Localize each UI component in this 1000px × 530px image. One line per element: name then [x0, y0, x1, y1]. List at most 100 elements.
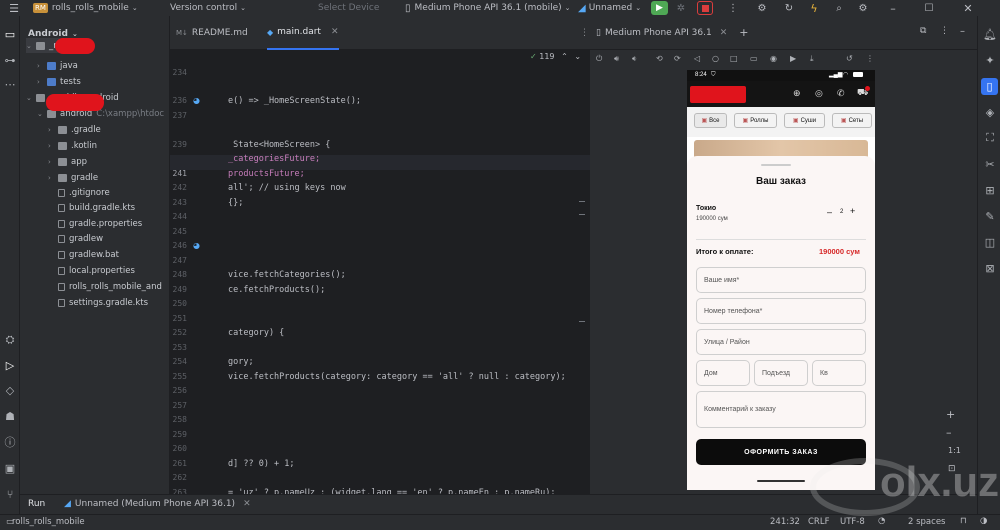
maximize-icon[interactable]: ☐ — [922, 0, 936, 16]
overview-icon[interactable]: □ — [730, 54, 738, 63]
volume-up-icon[interactable]: 🔊︎ — [614, 54, 619, 64]
code-line[interactable]: {}; — [228, 198, 243, 208]
house-input[interactable]: Дом — [696, 360, 750, 386]
code-line[interactable]: _categoriesFuture; — [228, 154, 320, 164]
sheet-drag-handle[interactable] — [761, 164, 791, 166]
chevron-down-icon[interactable]: ⌄ — [574, 52, 581, 61]
run-config-tab[interactable]: ◢ Unnamed (Medium Phone API 36.1) ✕ — [64, 499, 251, 509]
minimize-panel-icon[interactable]: – — [960, 26, 965, 37]
chevron-up-icon[interactable]: ⌃ — [561, 52, 568, 61]
download-icon[interactable]: ⤓ — [810, 54, 814, 64]
more-actions-icon[interactable]: ⋮ — [726, 0, 740, 16]
gemini-icon[interactable]: ✦ — [982, 52, 998, 68]
code-line[interactable]: d] ?? 0) + 1; — [228, 459, 295, 469]
stop-button[interactable] — [697, 1, 713, 15]
line-separator[interactable]: CRLF — [808, 517, 829, 527]
gesture-nav-bar[interactable] — [757, 480, 805, 482]
close-icon[interactable]: ✕ — [961, 0, 975, 16]
external-window-icon[interactable]: ⧉ — [920, 26, 926, 36]
inspection-widget[interactable]: ✓ 119 ⌃ ⌄ — [530, 52, 581, 61]
layout-inspector-icon[interactable]: ◫ — [982, 234, 998, 250]
tree-item[interactable]: › app — [48, 154, 87, 169]
project-switcher[interactable]: RM rolls_rolls_mobile ⌄ — [33, 0, 138, 16]
tab-readme[interactable]: M↓ README.md — [176, 16, 248, 50]
volume-down-icon[interactable]: 🔉︎ — [632, 54, 637, 64]
screenshot-icon[interactable]: ◉ — [770, 54, 777, 63]
device-manager-icon[interactable]: ⚙ — [755, 0, 769, 16]
device-explorer-icon[interactable]: ⛶ — [982, 130, 998, 146]
record-icon[interactable]: ▶ — [790, 54, 796, 63]
zoom-actual-size[interactable]: 1:1 — [948, 446, 961, 455]
apartment-input[interactable]: Кв — [812, 360, 866, 386]
tree-item[interactable]: rolls_rolls_mobile_and — [48, 279, 162, 294]
tree-item[interactable]: gradlew — [48, 231, 103, 246]
tree-item[interactable]: local.properties — [48, 263, 135, 278]
version-control-menu[interactable]: Version control ⌄ — [170, 0, 246, 16]
lightning-icon[interactable]: ϟ — [807, 0, 821, 16]
run-tab[interactable]: Run — [28, 499, 45, 509]
tree-item[interactable]: settings.gradle.kts — [48, 295, 148, 310]
rotate-left-icon[interactable]: ⟲ — [656, 54, 663, 63]
code-line[interactable]: productsFuture; — [228, 169, 305, 179]
code-line[interactable]: category) { — [228, 328, 284, 338]
code-line[interactable]: State<HomeScreen> { — [228, 140, 330, 150]
phone-input[interactable]: Номер телефона* — [696, 298, 866, 324]
code-line[interactable]: = 'uz' ? p.nameUz : (widget.lang == 'en'… — [228, 488, 556, 495]
logcat-icon[interactable]: ☗ — [2, 408, 18, 424]
more-tools-icon[interactable]: ⋯ — [2, 76, 18, 92]
tab-emulator[interactable]: ▯ Medium Phone API 36.1 ✕ + — [596, 26, 748, 39]
category-chip[interactable]: ▣ Роллы — [734, 113, 777, 128]
entrance-input[interactable]: Подъезд — [754, 360, 808, 386]
search-icon[interactable]: ⌕ — [832, 0, 846, 16]
more-icon[interactable]: ⋮ — [866, 54, 874, 63]
notifications-icon[interactable]: 🔔︎ — [982, 26, 998, 42]
override-gutter-icon[interactable]: ◕ — [193, 241, 200, 250]
device-selector[interactable]: ▯ Medium Phone API 36.1 (mobile) ⌄ — [405, 0, 571, 16]
indent-setting[interactable]: 2 spaces — [908, 517, 945, 527]
git-icon[interactable]: ⑂ — [2, 486, 18, 502]
add-icon[interactable]: + — [739, 26, 748, 39]
tree-item[interactable]: › gradle — [48, 170, 98, 185]
phone-call-icon[interactable]: ✆ — [837, 88, 845, 99]
category-chip[interactable]: ▣ Сеты — [832, 113, 872, 128]
code-line[interactable]: gory; — [228, 357, 254, 367]
close-tab-icon[interactable]: ✕ — [243, 499, 251, 509]
diamond-icon[interactable]: ◇ — [2, 382, 18, 398]
build-icon[interactable]: ⛭ — [2, 332, 18, 348]
edit-icon[interactable]: ✎ — [982, 208, 998, 224]
close-tab-icon[interactable]: ✕ — [720, 28, 728, 38]
run-config-selector[interactable]: ◢ Unnamed ⌄ — [578, 0, 641, 16]
flutter-inspector-icon[interactable]: ◈ — [982, 104, 998, 120]
problems-icon[interactable]: ⓘ — [2, 434, 18, 450]
minus-icon[interactable]: – — [827, 207, 832, 217]
minimize-icon[interactable]: – — [886, 0, 900, 16]
category-chip[interactable]: ▣ Все — [694, 113, 727, 128]
tree-item[interactable]: gradle.properties — [48, 216, 142, 231]
performance-icon[interactable]: ✂ — [982, 156, 998, 172]
code-line[interactable]: vice.fetchProducts(category: category ==… — [228, 372, 566, 382]
run-icon[interactable]: ▶ — [651, 1, 668, 15]
code-line[interactable]: all'; // using keys now — [228, 183, 346, 193]
options-icon[interactable]: ⋮ — [940, 26, 949, 36]
outline-icon[interactable]: ⊞ — [982, 182, 998, 198]
folder-icon[interactable]: ▭ — [2, 26, 18, 42]
zoom-out-icon[interactable]: – — [946, 426, 952, 439]
street-input[interactable]: Улица / Район — [696, 329, 866, 355]
code-line[interactable]: vice.fetchCategories(); — [228, 270, 346, 280]
hamburger-menu-icon[interactable]: ☰ — [6, 0, 22, 16]
category-chip[interactable]: ▣ Суши — [784, 113, 825, 128]
tree-item[interactable]: › .gradle — [48, 122, 101, 137]
running-devices-icon[interactable]: ▯ — [981, 78, 998, 95]
lock-icon[interactable]: ⊓ — [960, 516, 967, 526]
caret-position[interactable]: 241:32 — [770, 517, 800, 527]
rotate-right-icon[interactable]: ⟳ — [674, 54, 681, 63]
app-inspection-icon[interactable]: ⊠ — [982, 260, 998, 276]
power-icon[interactable]: ⏻ — [596, 54, 602, 64]
tree-item[interactable]: › .kotlin — [48, 138, 97, 153]
settings-icon[interactable]: ⚙ — [856, 0, 870, 16]
hot-reload-icon[interactable]: ↻ — [782, 0, 796, 16]
name-input[interactable]: Ваше имя* — [696, 267, 866, 293]
breadcrumb[interactable]: rolls_rolls_mobile — [12, 517, 85, 527]
code-line[interactable]: ce.fetchProducts(); — [228, 285, 325, 295]
home-icon[interactable]: ○ — [712, 54, 719, 63]
